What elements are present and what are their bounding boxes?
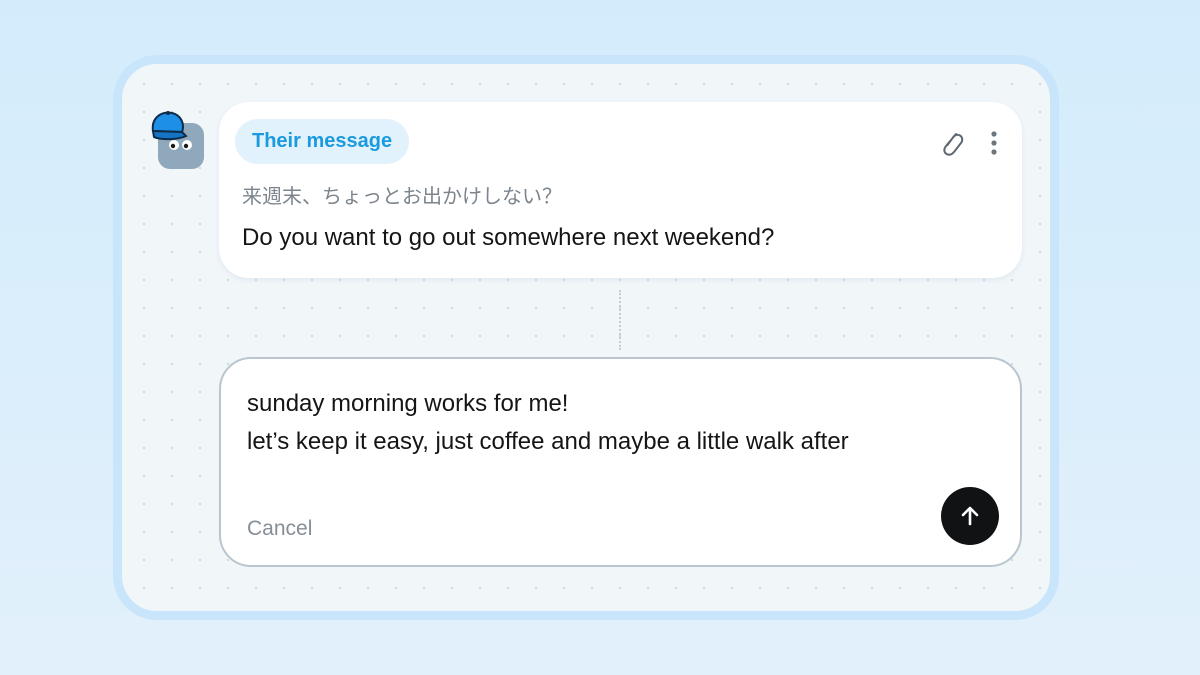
avatar-icon — [151, 111, 204, 169]
attach-button[interactable] — [935, 126, 969, 160]
more-options-button[interactable] — [979, 126, 1009, 160]
send-button[interactable] — [941, 487, 999, 545]
more-vertical-icon — [991, 131, 997, 155]
incoming-message-card: Their message 来週末、ちょっとお出かけしない？ Do you wa… — [219, 102, 1022, 278]
translated-message-text: Do you want to go out somewhere next wee… — [242, 224, 775, 251]
arrow-up-icon — [961, 506, 979, 526]
avatar — [150, 109, 206, 169]
paperclip-icon — [943, 133, 964, 156]
reply-composer: sunday morning works for me! let’s keep … — [219, 357, 1022, 567]
reply-input[interactable]: sunday morning works for me! let’s keep … — [247, 385, 937, 461]
thread-connector — [619, 290, 621, 350]
cancel-button[interactable]: Cancel — [247, 517, 312, 541]
message-tag: Their message — [235, 119, 410, 164]
original-message-text: 来週末、ちょっとお出かけしない？ — [242, 184, 562, 208]
